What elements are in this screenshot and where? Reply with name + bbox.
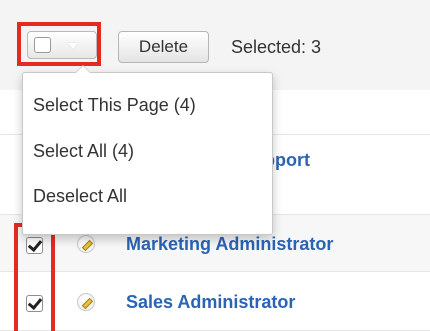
mass-select-menu: Select This Page (4) Select All (4) Dese… [22, 65, 273, 235]
record-list-page: Delete Selected: 3 pport r Marketing Adm… [0, 0, 430, 331]
record-name-link[interactable]: Marketing Administrator [126, 233, 333, 255]
menu-item-deselect-all[interactable]: Deselect All [33, 184, 127, 208]
record-name-link[interactable]: Sales Administrator [126, 291, 295, 313]
checkbox-column-highlight [14, 223, 55, 331]
table-row: Sales Administrator [0, 272, 430, 331]
menu-pointer-icon [75, 65, 91, 73]
menu-item-select-all[interactable]: Select All (4) [33, 139, 134, 163]
delete-button[interactable]: Delete [118, 31, 209, 63]
menu-item-select-this-page[interactable]: Select This Page (4) [33, 93, 196, 117]
pencil-icon[interactable] [77, 235, 95, 253]
mass-select-highlight [17, 22, 101, 66]
pencil-icon[interactable] [77, 293, 95, 311]
selected-count: Selected: 3 [231, 37, 322, 57]
